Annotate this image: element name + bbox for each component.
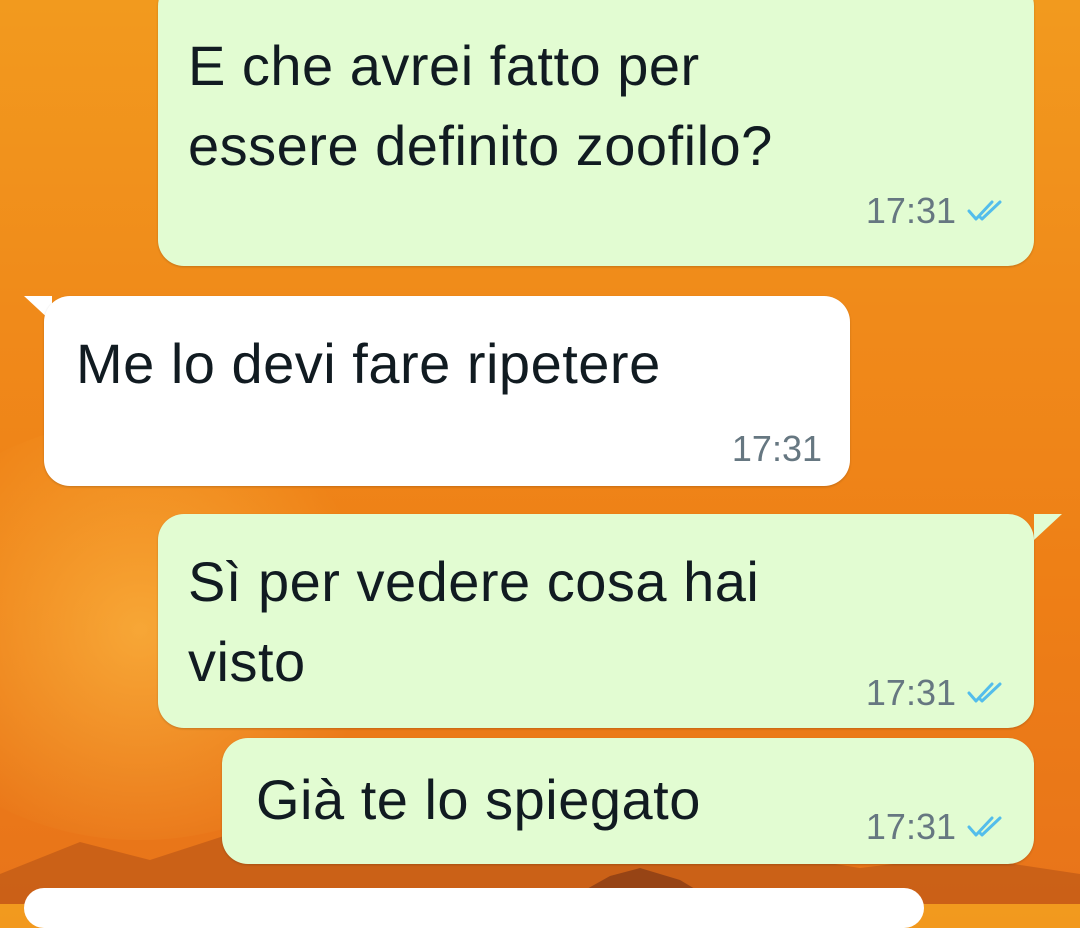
message-text: Me lo devi fare ripetere bbox=[76, 332, 661, 395]
message-text: E che avrei fatto per essere definito zo… bbox=[188, 34, 773, 177]
message-bubble-outgoing[interactable]: Sì per vedere cosa hai visto 17:31 bbox=[158, 514, 1034, 728]
message-meta: 17:31 bbox=[732, 428, 822, 470]
message-text: Sì per vedere cosa hai visto bbox=[188, 550, 760, 693]
message-bubble-incoming[interactable]: Me lo devi fare ripetere 17:31 bbox=[44, 296, 850, 486]
message-meta: 17:31 bbox=[866, 190, 1006, 232]
double-check-read-icon bbox=[967, 682, 1002, 703]
double-check-read-icon bbox=[967, 200, 1002, 221]
message-time: 17:31 bbox=[865, 806, 956, 847]
double-check-read-icon bbox=[967, 816, 1002, 837]
message-bubble-outgoing[interactable]: Già te lo spiegato 17:31 bbox=[222, 738, 1034, 864]
message-meta: 17:31 bbox=[866, 806, 1006, 848]
message-time: 17:31 bbox=[865, 672, 956, 713]
message-bubble-outgoing[interactable]: E che avrei fatto per essere definito zo… bbox=[158, 0, 1034, 266]
bubble-tail-outgoing bbox=[1034, 514, 1062, 540]
message-time: 17:31 bbox=[731, 428, 822, 469]
message-time: 17:31 bbox=[865, 190, 956, 231]
message-text: Già te lo spiegato bbox=[256, 768, 701, 831]
message-bubble-incoming-partial[interactable] bbox=[24, 888, 924, 928]
message-meta: 17:31 bbox=[866, 672, 1006, 714]
